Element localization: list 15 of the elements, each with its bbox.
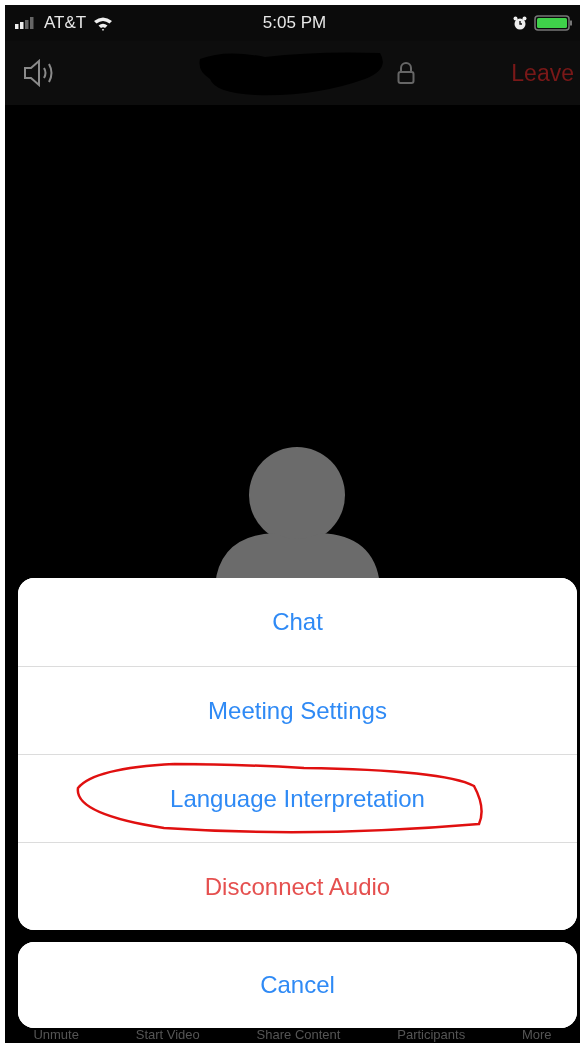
alarm-icon: [513, 16, 527, 30]
cancel-button[interactable]: Cancel: [18, 942, 577, 1028]
carrier-name: AT&T: [44, 13, 87, 33]
toolbar-button[interactable]: Start Video: [135, 1026, 200, 1042]
toolbar-button[interactable]: Unmute: [33, 1026, 79, 1042]
wifi-icon: [93, 15, 114, 31]
toolbar-button[interactable]: Share Content: [256, 1026, 341, 1042]
signal-icon: [15, 17, 37, 29]
menu-option[interactable]: Disconnect Audio: [18, 842, 577, 930]
toolbar-button[interactable]: More: [521, 1026, 552, 1042]
leave-button[interactable]: Leave: [511, 59, 574, 87]
status-time: 5:05 PM: [262, 13, 327, 33]
toolbar-button[interactable]: Participants: [397, 1026, 466, 1042]
battery-icon: [534, 14, 574, 32]
lock-icon: [397, 61, 415, 85]
